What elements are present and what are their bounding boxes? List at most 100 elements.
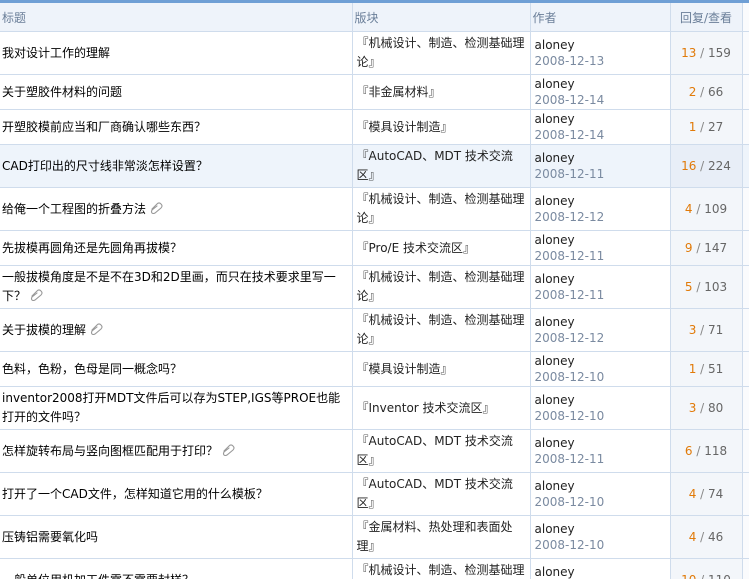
author-name[interactable]: aloney bbox=[535, 271, 670, 287]
author-name[interactable]: aloney bbox=[535, 314, 670, 330]
forum-link[interactable]: 『非金属材料』 bbox=[357, 85, 441, 99]
forum-cell: 『机械设计、制造、检测基础理论』 bbox=[352, 308, 531, 352]
author-cell: aloney 2008-12-11 bbox=[530, 230, 671, 266]
author-name[interactable]: aloney bbox=[535, 353, 670, 369]
thread-title-link[interactable]: CAD打印出的尺寸线非常淡怎样设置？ bbox=[2, 159, 208, 173]
thread-title-link[interactable]: 关于塑胶件材料的问题 bbox=[2, 85, 122, 99]
forum-link[interactable]: 『机械设计、制造、检测基础理论』 bbox=[357, 563, 525, 579]
row-spacer bbox=[742, 386, 749, 430]
forum-link[interactable]: 『AutoCAD、MDT 技术交流区』 bbox=[357, 477, 513, 510]
forum-link[interactable]: 『金属材料、热处理和表面处理』 bbox=[357, 520, 513, 553]
forum-cell: 『机械设计、制造、检测基础理论』 bbox=[352, 265, 531, 309]
author-name[interactable]: aloney bbox=[535, 521, 670, 537]
table-row: CAD打印出的尺寸线非常淡怎样设置？ 『AutoCAD、MDT 技术交流区』 alo… bbox=[0, 144, 749, 188]
view-count: 71 bbox=[708, 322, 724, 337]
count-separator: / bbox=[696, 84, 709, 99]
thread-title-cell: 关于塑胶件材料的问题 bbox=[0, 74, 353, 110]
author-cell: aloney 2008-12-14 bbox=[530, 109, 671, 145]
author-name[interactable]: aloney bbox=[535, 392, 670, 408]
count-separator: / bbox=[692, 443, 705, 458]
view-count: 27 bbox=[708, 119, 724, 134]
row-spacer bbox=[742, 308, 749, 352]
reply-count: 6 bbox=[684, 443, 693, 458]
forum-cell: 『非金属材料』 bbox=[352, 74, 531, 110]
header-title: 标题 bbox=[0, 3, 353, 32]
thread-title-cell: 关于拔模的理解 bbox=[0, 308, 353, 352]
author-name[interactable]: aloney bbox=[535, 193, 670, 209]
forum-link[interactable]: 『机械设计、制造、检测基础理论』 bbox=[357, 313, 525, 346]
thread-title-cell: 一般单位用机加工件需不需要封样？ bbox=[0, 558, 353, 579]
author-name[interactable]: aloney bbox=[535, 478, 670, 494]
attachment-icon bbox=[89, 322, 103, 335]
thread-title-link[interactable]: 一般单位用机加工件需不需要封样？ bbox=[2, 573, 194, 579]
thread-title-cell: 开塑胶模前应当和厂商确认哪些东西？ bbox=[0, 109, 353, 145]
thread-title-link[interactable]: 怎样旋转布局与竖向图框匹配用于打印？ bbox=[2, 444, 218, 458]
thread-title-link[interactable]: 打开了一个CAD文件，怎样知道它用的什么模板？ bbox=[2, 487, 268, 501]
reply-count: 5 bbox=[684, 279, 693, 294]
author-name[interactable]: aloney bbox=[535, 232, 670, 248]
forum-cell: 『AutoCAD、MDT 技术交流区』 bbox=[352, 144, 531, 188]
post-date: 2008-12-13 bbox=[534, 54, 605, 68]
count-separator: / bbox=[692, 240, 705, 255]
thread-title-link[interactable]: 我对设计工作的理解 bbox=[2, 46, 110, 60]
thread-title-link[interactable]: 压铸铝需要氧化吗 bbox=[2, 530, 98, 544]
replies-views-cell: 3 / 71 bbox=[670, 308, 743, 352]
reply-count: 16 bbox=[681, 158, 697, 173]
reply-count: 10 bbox=[681, 573, 696, 579]
forum-link[interactable]: 『模具设计制造』 bbox=[357, 362, 453, 376]
author-name[interactable]: aloney bbox=[535, 111, 670, 127]
table-row: 一般拔模角度是不是不在3D和2D里画，而只在技术要求里写一下？ 『机械设计、制造、… bbox=[0, 265, 749, 309]
table-row: 先拔模再圆角还是先圆角再拔模？ 『Pro/E 技术交流区』 aloney 2008-1… bbox=[0, 230, 749, 266]
count-separator: / bbox=[696, 322, 709, 337]
author-cell: aloney2008-12-10 bbox=[530, 386, 671, 430]
thread-title-link[interactable]: 一般拔模角度是不是不在3D和2D里画，而只在技术要求里写一下？ bbox=[2, 270, 336, 303]
reply-count: 13 bbox=[681, 45, 697, 60]
view-count: 110 bbox=[708, 573, 731, 579]
author-name[interactable]: aloney bbox=[535, 435, 670, 451]
attachment-icon bbox=[29, 288, 43, 302]
view-count: 147 bbox=[704, 240, 728, 255]
thread-title-link[interactable]: inventor2008打开MDT文件后可以存为STEP,IGS等PROE也能打… bbox=[2, 391, 340, 424]
replies-views-cell: 2 / 66 bbox=[670, 74, 743, 110]
forum-link[interactable]: 『模具设计制造』 bbox=[357, 120, 453, 134]
forum-cell: 『模具设计制造』 bbox=[352, 109, 531, 145]
author-name[interactable]: aloney bbox=[535, 37, 670, 53]
replies-views-cell: 10 / 110 bbox=[670, 558, 743, 579]
forum-link[interactable]: 『机械设计、制造、检测基础理论』 bbox=[357, 192, 525, 225]
forum-link[interactable]: 『机械设计、制造、检测基础理论』 bbox=[357, 36, 525, 69]
thread-title-link[interactable]: 色料，色粉，色母是同一概念吗？ bbox=[2, 362, 182, 376]
view-count: 74 bbox=[708, 486, 724, 501]
author-name[interactable]: aloney bbox=[535, 564, 670, 579]
forum-link[interactable]: 『AutoCAD、MDT 技术交流区』 bbox=[357, 434, 513, 467]
thread-title-link[interactable]: 关于拔模的理解 bbox=[2, 323, 86, 337]
count-separator: / bbox=[696, 158, 709, 173]
forum-cell: 『机械设计、制造、检测基础理论』 bbox=[352, 187, 531, 231]
table-header: 标题 版块 作者 回复/查看 bbox=[0, 3, 749, 32]
forum-cell: 『模具设计制造』 bbox=[352, 351, 531, 387]
forum-cell: 『Inventor 技术交流区』 bbox=[352, 386, 531, 430]
forum-cell: 『机械设计、制造、检测基础理论』 bbox=[352, 558, 531, 579]
forum-link[interactable]: 『机械设计、制造、检测基础理论』 bbox=[357, 270, 525, 303]
forum-link[interactable]: 『Inventor 技术交流区』 bbox=[357, 401, 495, 415]
post-date: 2008-12-12 bbox=[534, 210, 605, 224]
row-spacer bbox=[742, 515, 749, 559]
forum-link[interactable]: 『Pro/E 技术交流区』 bbox=[357, 241, 475, 255]
thread-title-cell: 先拔模再圆角还是先圆角再拔模？ bbox=[0, 230, 353, 266]
header-author: 作者 bbox=[530, 3, 671, 32]
thread-title-link[interactable]: 开塑胶模前应当和厂商确认哪些东西？ bbox=[2, 120, 206, 134]
post-date: 2008-12-14 bbox=[534, 128, 605, 142]
post-date: 2008-12-12 bbox=[534, 331, 605, 345]
author-name[interactable]: aloney bbox=[535, 150, 670, 166]
count-separator: / bbox=[692, 279, 705, 294]
thread-title-link[interactable]: 给俺一个工程图的折叠方法 bbox=[2, 202, 146, 216]
author-cell: aloney2008-12-10 bbox=[530, 558, 671, 579]
table-row: 打开了一个CAD文件，怎样知道它用的什么模板？ 『AutoCAD、MDT 技术交流… bbox=[0, 472, 749, 516]
view-count: 159 bbox=[708, 45, 731, 60]
replies-views-cell: 3 / 80 bbox=[670, 386, 743, 430]
thread-title-link[interactable]: 先拔模再圆角还是先圆角再拔模？ bbox=[2, 241, 182, 255]
author-name[interactable]: aloney bbox=[535, 76, 670, 92]
forum-link[interactable]: 『AutoCAD、MDT 技术交流区』 bbox=[357, 149, 513, 182]
thread-table: 标题 版块 作者 回复/查看 我对设计工作的理解 『机械设计、制造、检测基础理论』… bbox=[0, 3, 749, 579]
count-separator: / bbox=[696, 486, 709, 501]
thread-title-cell: 色料，色粉，色母是同一概念吗？ bbox=[0, 351, 353, 387]
